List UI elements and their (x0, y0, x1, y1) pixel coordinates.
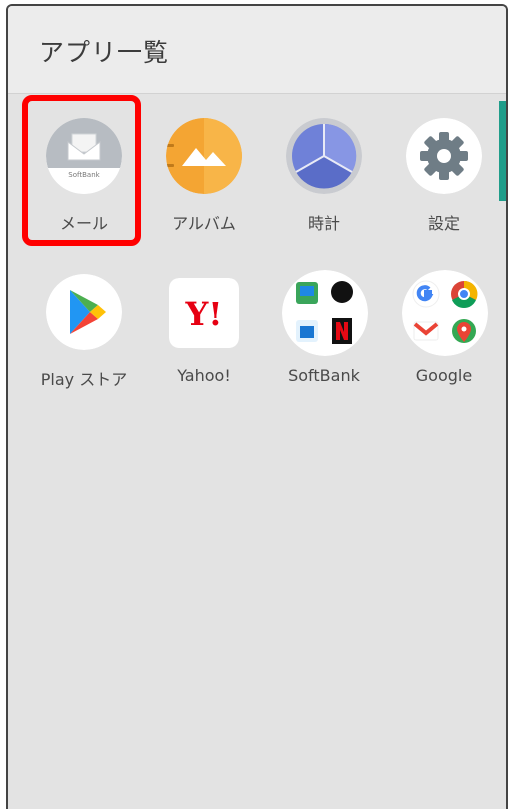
play-store-icon (46, 274, 122, 350)
app-settings[interactable]: 設定 (385, 106, 503, 246)
app-album[interactable]: アルバム (145, 106, 263, 246)
app-yahoo[interactable]: Y! Yahoo! (145, 262, 263, 402)
app-label: アルバム (172, 214, 236, 233)
yahoo-icon: Y! (169, 278, 239, 348)
softbank-folder-icon (282, 270, 368, 356)
app-label: Play ストア (40, 370, 128, 389)
app-label: SoftBank (288, 366, 360, 385)
app-softbank-folder[interactable]: SoftBank (265, 262, 383, 402)
app-label: Google (415, 366, 473, 385)
clock-icon (286, 118, 362, 194)
app-list-screen: アプリ一覧 SoftBank メール アルバム 時計 設定 Play ストア Y… (6, 4, 508, 809)
app-google-folder[interactable]: Google (385, 262, 503, 402)
google-folder-icon (402, 270, 488, 356)
app-label: 時計 (307, 214, 340, 233)
page-title: アプリ一覧 (39, 38, 170, 67)
app-play-store[interactable]: Play ストア (25, 262, 143, 402)
app-label: Yahoo! (177, 366, 231, 385)
yahoo-logo-text: Y! (185, 295, 223, 333)
album-icon (166, 118, 242, 194)
gear-icon (406, 118, 482, 194)
app-label: 設定 (427, 214, 460, 233)
app-bar: アプリ一覧 (8, 6, 506, 94)
app-clock[interactable]: 時計 (265, 106, 383, 246)
mail-highlight-box (22, 95, 141, 246)
